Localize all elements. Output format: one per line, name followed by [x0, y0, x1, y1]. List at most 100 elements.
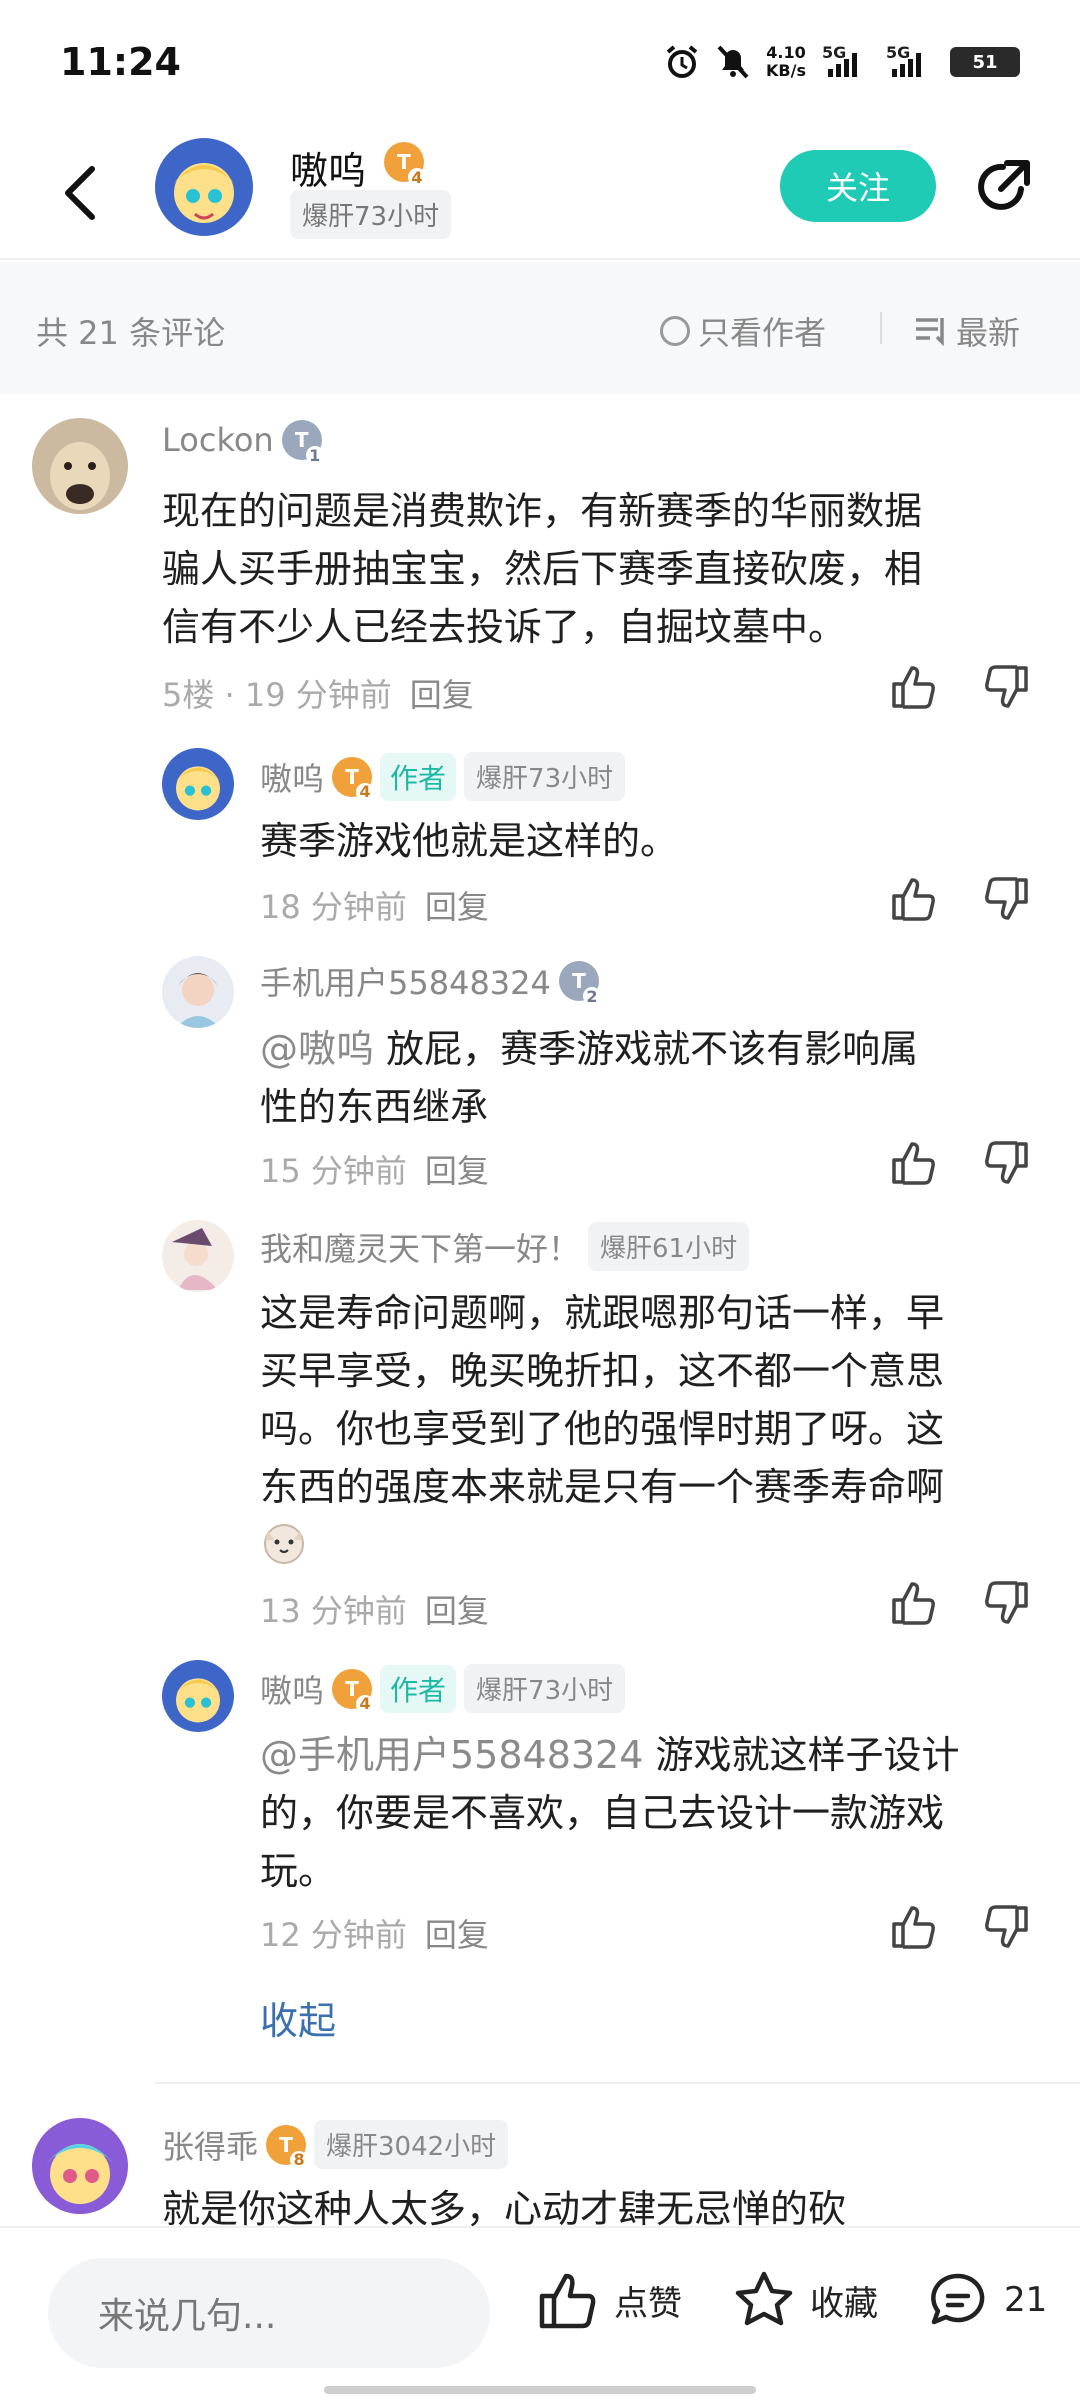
reply-button[interactable]: 回复 [425, 1586, 489, 1632]
comment-filter-bar: 共 21 条评论 只看作者 最新 [0, 262, 1080, 394]
comment-input[interactable]: 来说几句... [48, 2258, 490, 2368]
hours-chip: 爆肝73小时 [464, 1664, 626, 1713]
signal-icon-sim1: 5G [822, 43, 870, 77]
mute-bell-icon [716, 44, 750, 80]
mention-link[interactable]: @手机用户55848324 [260, 1733, 643, 1777]
comment-username[interactable]: 我和魔灵天下第一好！ 爆肝61小时 [260, 1222, 750, 1271]
comment-line: 信有不少人已经去投诉了，自掘坟墓中。 [162, 605, 847, 649]
thumbs-up-icon [892, 878, 935, 921]
thumbs-up-icon [539, 2273, 596, 2329]
avatar[interactable] [162, 956, 234, 1028]
thumbs-down-icon [985, 1141, 1028, 1184]
only-author-toggle[interactable]: 只看作者 [660, 308, 826, 354]
thumbs-down-icon [985, 1905, 1028, 1948]
author-avatar[interactable] [155, 138, 253, 236]
comment-count-badge: 21 [1004, 2280, 1048, 2320]
level-badge-icon: T4 [384, 142, 426, 187]
comment-username[interactable]: 手机用户55848324 T2 [260, 958, 601, 1006]
author-chip: 作者 [380, 752, 457, 801]
only-author-label: 只看作者 [698, 314, 827, 352]
divider [155, 2082, 1080, 2084]
thumbs-up-icon [892, 1906, 935, 1949]
avatar[interactable] [162, 748, 234, 820]
collapse-replies-link[interactable]: 收起 [260, 1990, 336, 2045]
comment-username[interactable]: 嗷呜 T4 作者 爆肝73小时 [260, 752, 626, 801]
like-button[interactable] [888, 872, 942, 926]
reply-button[interactable]: 回复 [425, 1146, 489, 1192]
mention-link[interactable]: @嗷呜 [260, 1027, 374, 1071]
sort-icon [916, 318, 944, 346]
favorite-button[interactable]: 收藏 [732, 2268, 878, 2332]
dislike-button[interactable] [978, 872, 1032, 926]
status-bar: 11:24 4.10 KB/s 5G 5G 51 [0, 0, 1080, 130]
dislike-button[interactable] [978, 660, 1032, 714]
comment-line: 玩。 [260, 1849, 337, 1893]
avatar[interactable] [162, 1220, 234, 1292]
status-time: 11:24 [60, 40, 181, 84]
author-hours-tag: 爆肝73小时 [290, 190, 452, 239]
like-button[interactable] [888, 1900, 942, 1954]
comment-username[interactable]: 嗷呜 T4 作者 爆肝73小时 [260, 1664, 626, 1713]
author-name[interactable]: 嗷呜 [290, 140, 366, 195]
thumbs-down-icon [985, 665, 1028, 708]
sort-latest-button[interactable]: 最新 [914, 308, 1020, 354]
dog-emoji-icon [260, 1518, 308, 1566]
comment-line: 吗。你也享受到了他的强悍时期了呀。这 [260, 1407, 945, 1451]
back-button[interactable] [50, 158, 110, 228]
battery-icon: 51 [950, 47, 1020, 77]
dislike-button[interactable] [978, 1576, 1032, 1630]
avatar[interactable] [32, 418, 128, 514]
comment-time: 13 分钟前 [260, 1592, 407, 1630]
comment-line-text: 放屁，赛季游戏就不该有影响属 [374, 1027, 919, 1071]
avatar[interactable] [32, 2118, 128, 2214]
like-button[interactable] [888, 1576, 942, 1630]
avatar[interactable] [162, 1660, 234, 1732]
thumbs-up-icon [892, 1142, 935, 1185]
level-badge-icon: T8 [266, 2124, 309, 2169]
comment-line: 的，你要是不喜欢，自己去设计一款游戏 [260, 1791, 945, 1835]
username-text: 嗷呜 [260, 1671, 325, 1710]
dislike-button[interactable] [978, 1900, 1032, 1954]
username-text: Lockon [162, 421, 274, 459]
chevron-left-icon [65, 166, 95, 220]
share-button[interactable] [968, 152, 1038, 222]
alarm-icon [664, 44, 700, 80]
comment-line: 这是寿命问题啊，就跟嗯那句话一样，早 [260, 1291, 945, 1335]
signal-icon-sim2: 5G [886, 43, 934, 77]
comment-text: 赛季游戏他就是这样的。 [260, 812, 1050, 870]
reply-button[interactable]: 回复 [425, 1910, 489, 1956]
favorite-label: 收藏 [810, 2283, 878, 2324]
thumbs-down-icon [985, 1581, 1028, 1624]
level-number: 2 [582, 987, 601, 1006]
like-button[interactable] [888, 1136, 942, 1190]
reply-button[interactable]: 回复 [410, 670, 474, 716]
comment-line: 东西的强度本来就是只有一个赛季寿命啊 [260, 1465, 945, 1509]
dislike-button[interactable] [978, 1136, 1032, 1190]
comments-button[interactable]: 21 [926, 2268, 1047, 2332]
sim1-label: 5G [822, 43, 847, 62]
comment-username[interactable]: Lockon T1 [162, 420, 324, 465]
comment-count: 共 21 条评论 [36, 314, 226, 352]
comment-text: 这是寿命问题啊，就跟嗯那句话一样，早 买早享受，晚买晚折扣，这不都一个意思 吗。… [260, 1284, 1050, 1516]
level-badge-icon: T1 [281, 420, 324, 465]
comment-line: 现在的问题是消费欺诈，有新赛季的华丽数据 [162, 489, 923, 533]
comment-line-text: 游戏就这样子设计 [643, 1733, 960, 1777]
follow-button[interactable]: 关注 [780, 150, 936, 222]
like-post-button[interactable]: 点赞 [536, 2268, 682, 2332]
comment-time: 12 分钟前 [260, 1916, 407, 1954]
level-badge-icon: T4 [332, 756, 375, 801]
post-header: 嗷呜 T4 爆肝73小时 关注 [0, 130, 1080, 260]
sort-label: 最新 [956, 314, 1021, 352]
radio-circle-icon [660, 316, 690, 346]
comment-text: 现在的问题是消费欺诈，有新赛季的华丽数据 骗人买手册抽宝宝，然后下赛季直接砍废，… [162, 482, 1042, 656]
author-chip: 作者 [380, 1664, 457, 1713]
like-button[interactable] [888, 660, 942, 714]
net-speed-value: 4.10 [766, 43, 806, 62]
reply-button[interactable]: 回复 [425, 882, 489, 928]
sim2-label: 5G [886, 43, 911, 62]
comment-username[interactable]: 张得乖 T8 爆肝3042小时 [162, 2120, 509, 2169]
hours-chip: 爆肝61小时 [588, 1222, 750, 1271]
comment-line: @嗷呜 放屁，赛季游戏就不该有影响属 [260, 1020, 1050, 1078]
filter-divider [880, 312, 882, 344]
comment-text: @嗷呜 放屁，赛季游戏就不该有影响属 性的东西继承 [260, 1020, 1050, 1136]
